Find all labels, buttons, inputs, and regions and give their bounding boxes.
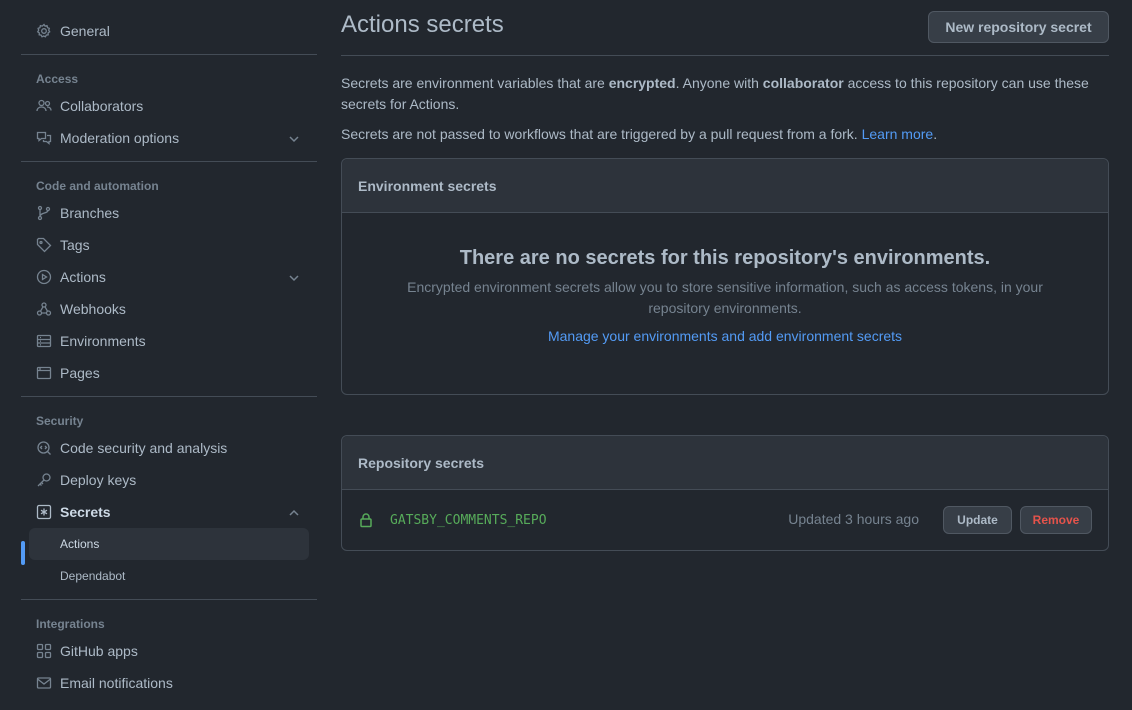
desc-text: . Anyone with	[675, 75, 763, 91]
gear-icon	[36, 23, 52, 39]
sidebar-item-label: Branches	[60, 205, 120, 221]
sidebar-item-environments[interactable]: Environments	[21, 325, 317, 357]
tag-icon	[36, 237, 52, 253]
lock-icon	[358, 512, 374, 528]
fork-note: Secrets are not passed to workflows that…	[341, 124, 1109, 145]
sidebar-item-webhooks[interactable]: Webhooks	[21, 293, 317, 325]
sidebar-item-actions[interactable]: Actions	[21, 261, 317, 293]
git-branch-icon	[36, 205, 52, 221]
fork-note-text: Secrets are not passed to workflows that…	[341, 126, 862, 142]
learn-more-link[interactable]: Learn more	[862, 126, 934, 142]
remove-secret-button[interactable]: Remove	[1020, 506, 1092, 534]
repository-secrets-header: Repository secrets	[342, 436, 1108, 490]
comment-discussion-icon	[36, 130, 52, 146]
secret-name: GATSBY_COMMENTS_REPO	[390, 512, 547, 528]
sidebar-item-label: Code security and analysis	[60, 440, 228, 456]
desc-emphasis: encrypted	[608, 75, 676, 91]
sidebar-item-label: Webhooks	[60, 301, 126, 317]
sidebar-item-label: Environments	[60, 333, 146, 349]
blank-slate-text: Encrypted environment secrets allow you …	[407, 279, 1043, 316]
blank-slate: There are no secrets for this repository…	[342, 247, 1108, 344]
key-icon	[36, 472, 52, 488]
mail-icon	[36, 675, 52, 691]
chevron-down-icon	[288, 271, 300, 283]
active-indicator	[21, 541, 25, 565]
desc-text: Secrets are environment variables that a…	[341, 75, 609, 91]
sidebar-item-pages[interactable]: Pages	[21, 357, 317, 389]
section-heading-security: Security	[36, 414, 84, 428]
sidebar-item-general[interactable]: General	[21, 15, 317, 47]
sidebar-subitem-dependabot[interactable]: Dependabot	[29, 560, 309, 592]
asterisk-box-icon	[36, 504, 52, 520]
divider	[21, 396, 317, 397]
sidebar-item-github-apps[interactable]: GitHub apps	[21, 635, 317, 667]
divider	[21, 54, 317, 55]
section-heading-access: Access	[36, 72, 79, 86]
play-icon	[36, 269, 52, 285]
fork-note-end: .	[933, 126, 938, 142]
sidebar-item-deploy-keys[interactable]: Deploy keys	[21, 464, 317, 496]
sidebar-item-label: Deploy keys	[60, 472, 137, 488]
sidebar-item-label: Secrets	[60, 504, 111, 520]
apps-icon	[36, 643, 52, 659]
sidebar-item-label: General	[60, 23, 110, 39]
secret-updated-time: Updated 3 hours ago	[788, 511, 919, 527]
sidebar-item-label: Pages	[60, 365, 100, 381]
new-repository-secret-button[interactable]: New repository secret	[928, 11, 1109, 43]
section-heading-integrations: Integrations	[36, 617, 105, 631]
manage-environments-link[interactable]: Manage your environments and add environ…	[342, 328, 1108, 344]
sidebar-item-label: Collaborators	[60, 98, 144, 114]
webhook-icon	[36, 301, 52, 317]
chevron-up-icon	[288, 506, 300, 518]
sidebar-item-branches[interactable]: Branches	[21, 197, 317, 229]
sidebar-item-moderation[interactable]: Moderation options	[21, 122, 317, 154]
sidebar-item-label: GitHub apps	[60, 643, 138, 659]
codescan-icon	[36, 440, 52, 456]
secret-row: GATSBY_COMMENTS_REPO Updated 3 hours ago…	[342, 490, 1108, 550]
people-icon	[36, 98, 52, 114]
blank-slate-title: There are no secrets for this repository…	[459, 247, 991, 269]
sidebar-item-label: Moderation options	[60, 130, 180, 146]
sidebar-item-collaborators[interactable]: Collaborators	[21, 90, 317, 122]
divider	[21, 599, 317, 600]
sidebar-item-tags[interactable]: Tags	[21, 229, 317, 261]
section-heading-code-automation: Code and automation	[36, 179, 159, 193]
desc-emphasis: collaborator	[762, 75, 844, 91]
sidebar-item-label: Actions	[60, 269, 106, 285]
page-header: Actions secrets New repository secret	[341, 0, 1109, 56]
description: Secrets are environment variables that a…	[341, 73, 1091, 115]
sidebar-item-secrets[interactable]: Secrets	[21, 496, 317, 528]
divider	[21, 161, 317, 162]
settings-sidebar: General Access Collaborators Moderation …	[21, 0, 317, 699]
server-icon	[36, 333, 52, 349]
sidebar-item-code-security[interactable]: Code security and analysis	[21, 432, 317, 464]
chevron-down-icon	[288, 132, 300, 144]
sidebar-item-label: Email notifications	[60, 675, 173, 691]
sidebar-subitem-actions[interactable]: Actions	[29, 528, 309, 560]
environment-secrets-box: Environment secrets There are no secrets…	[341, 158, 1109, 395]
main-content: Actions secrets New repository secret Se…	[341, 0, 1109, 551]
sidebar-item-label: Tags	[60, 237, 90, 253]
environment-secrets-header: Environment secrets	[342, 159, 1108, 213]
repository-secrets-box: Repository secrets GATSBY_COMMENTS_REPO …	[341, 435, 1109, 551]
browser-icon	[36, 365, 52, 381]
sidebar-item-email-notifications[interactable]: Email notifications	[21, 667, 317, 699]
page-title: Actions secrets	[341, 11, 504, 38]
update-secret-button[interactable]: Update	[943, 506, 1012, 534]
